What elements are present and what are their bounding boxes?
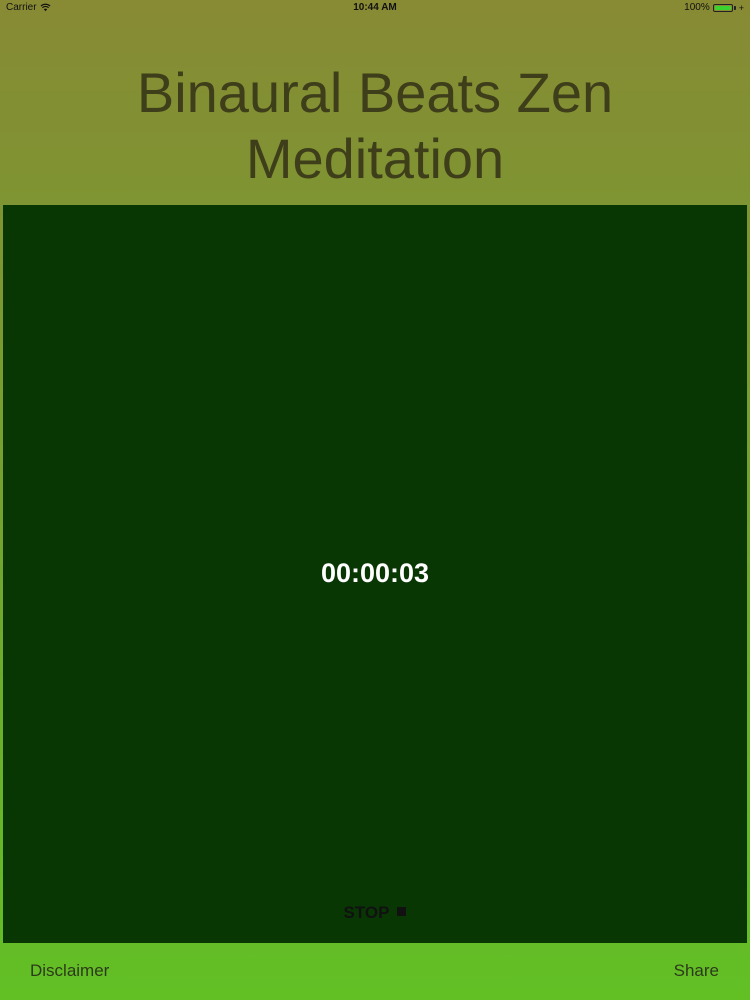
- battery-percent: 100%: [684, 2, 710, 13]
- stop-label: STOP: [343, 903, 390, 922]
- meditation-panel: 00:00:03 STOP: [3, 205, 747, 943]
- status-bar: Carrier 10:44 AM 100% +: [0, 0, 750, 16]
- status-right: 100% +: [684, 2, 744, 13]
- battery-tip: [733, 5, 736, 10]
- stop-square-icon: [397, 907, 407, 916]
- app-title: Binaural Beats Zen Meditation: [136, 61, 614, 190]
- share-link[interactable]: Share: [674, 961, 719, 981]
- charging-bolt-icon: +: [738, 2, 744, 13]
- stop-button[interactable]: STOP: [3, 903, 747, 923]
- battery-fill: [714, 5, 731, 10]
- bottom-bar: Disclaimer Share: [0, 943, 750, 1000]
- disclaimer-link[interactable]: Disclaimer: [30, 961, 109, 981]
- battery-icon: [712, 3, 733, 12]
- session-timer: 00:00:03: [320, 558, 430, 588]
- status-time: 10:44 AM: [353, 2, 397, 13]
